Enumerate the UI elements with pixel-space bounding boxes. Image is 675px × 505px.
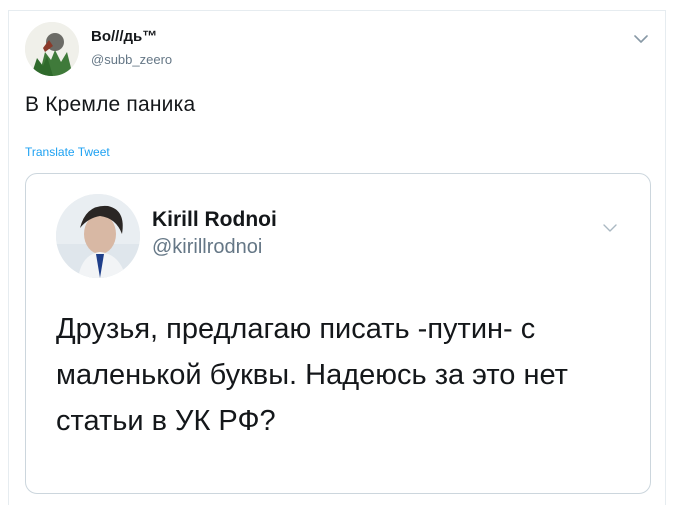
chevron-down-icon[interactable] (602, 222, 618, 234)
chevron-down-icon[interactable] (633, 33, 649, 45)
author-avatar[interactable] (25, 22, 79, 76)
quoted-author-name[interactable]: Kirill Rodnoi (152, 208, 277, 232)
translate-tweet-link[interactable]: Translate Tweet (25, 145, 110, 159)
author-name[interactable]: Во///дь™ (91, 28, 157, 45)
quoted-tweet[interactable]: Kirill Rodnoi @kirillrodnoi Друзья, пред… (25, 173, 651, 494)
avatar-image-icon (56, 194, 140, 278)
tweet-card: Во///дь™ @subb_zeero В Кремле паника Tra… (8, 10, 666, 505)
quoted-author-avatar[interactable] (56, 194, 140, 278)
quoted-tweet-text: Друзья, предлагаю писать -путин- с мален… (56, 313, 568, 437)
avatar-image-icon (25, 22, 79, 76)
tweet-text: В Кремле паника (25, 93, 196, 116)
quoted-author-handle[interactable]: @kirillrodnoi (152, 236, 262, 259)
author-handle[interactable]: @subb_zeero (91, 52, 172, 67)
